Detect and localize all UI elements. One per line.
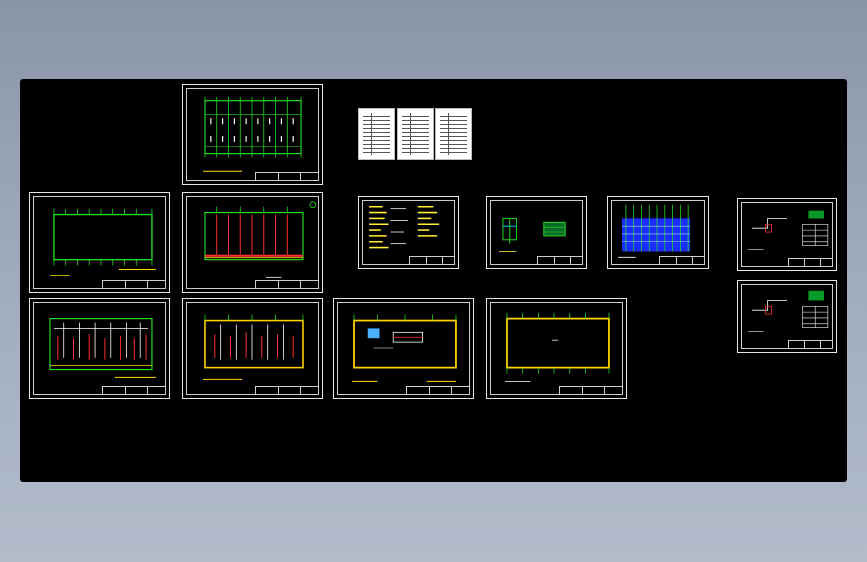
title-block	[406, 386, 470, 395]
drawing-sheet-system-2[interactable]	[737, 280, 837, 353]
schedule-table-2[interactable]	[397, 108, 434, 160]
title-block	[255, 386, 319, 395]
title-block	[102, 386, 166, 395]
plan-perimeter-drawing	[352, 314, 457, 382]
drawing-sheet-panel[interactable]	[607, 196, 709, 269]
plan-rooms-drawing	[49, 318, 156, 378]
title-block	[255, 172, 319, 181]
title-block	[409, 256, 455, 265]
title-block	[787, 340, 833, 349]
plan-perimeter-drawing	[505, 312, 610, 382]
title-block	[559, 386, 623, 395]
plan-rooms-drawing	[203, 314, 304, 380]
title-block	[102, 280, 166, 289]
drawing-sheet-rooms-1[interactable]	[29, 298, 170, 399]
drawing-sheet-1[interactable]	[182, 84, 323, 185]
plan-empty-drawing	[50, 208, 156, 276]
drawing-sheet-3[interactable]	[182, 192, 323, 293]
title-block	[255, 280, 319, 289]
drawing-sheet-2[interactable]	[29, 192, 170, 293]
plan-columns-drawing	[204, 201, 317, 278]
title-block	[659, 256, 705, 265]
schedule-table-1[interactable]	[358, 108, 395, 160]
drawing-sheet-detail[interactable]	[486, 196, 587, 269]
drawing-sheet-perimeter-2[interactable]	[486, 298, 627, 399]
plan-grid-drawing	[203, 96, 302, 172]
table-rows	[402, 113, 429, 155]
schedule-table-3[interactable]	[435, 108, 472, 160]
drawing-sheet-system-1[interactable]	[737, 198, 837, 271]
title-block	[537, 256, 583, 265]
table-rows	[440, 113, 467, 155]
table-rows	[363, 113, 390, 155]
cad-model-space[interactable]	[20, 79, 847, 482]
drawing-sheet-rooms-2[interactable]	[182, 298, 323, 399]
drawing-sheet-notes[interactable]	[358, 196, 459, 269]
title-block	[787, 258, 833, 267]
drawing-sheet-perimeter-1[interactable]	[333, 298, 474, 399]
